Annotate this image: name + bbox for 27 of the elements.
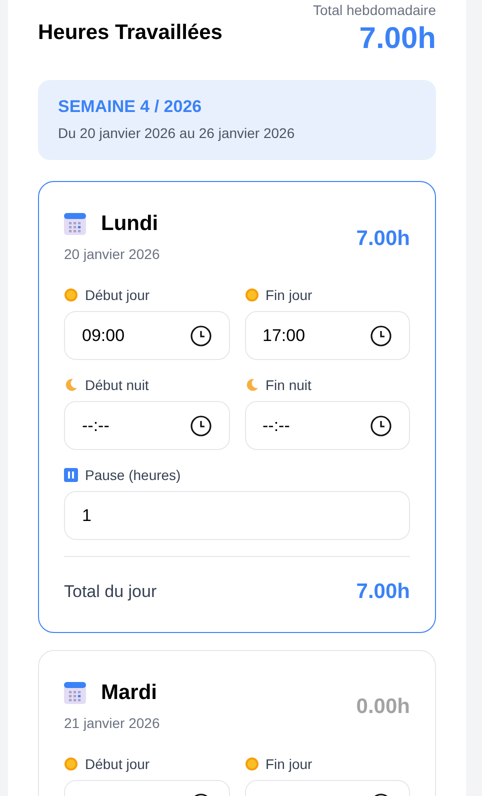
weekly-total-value: 7.00h: [359, 21, 436, 57]
field-label: Fin jour: [266, 286, 312, 304]
field-label: Fin nuit: [266, 376, 312, 394]
week-title: SEMAINE 4 / 2026: [58, 96, 203, 118]
day-date: 20 janvier 2026: [64, 245, 160, 264]
day-total: 7.00h: [356, 226, 410, 252]
time-field[interactable]: --:--: [64, 401, 230, 450]
day-total: 0.00h: [356, 694, 410, 720]
field-label: Pause (heures): [85, 466, 181, 484]
time-field[interactable]: 17:00: [244, 311, 410, 360]
day-date: 21 janvier 2026: [64, 714, 160, 733]
day-card[interactable]: Mardi 21 janvier 2026 0.00h Début jour Fin jour: [38, 650, 436, 796]
number-field[interactable]: 1: [64, 491, 410, 540]
field-label: Début jour: [85, 754, 150, 772]
weekly-total-label: Total hebdomadaire: [313, 1, 436, 20]
field-label: Fin jour: [266, 754, 312, 772]
day-total-value: 7.00h: [356, 579, 410, 605]
page-title: Heures Travaillées: [38, 20, 222, 46]
field-label: Début jour: [85, 286, 150, 304]
day-name: Lundi: [101, 212, 158, 236]
day-card[interactable]: Lundi 20 janvier 2026 7.00h Début jour 09:00 Fin jour 17:00 Début nuit --:-- Fin nuit --:-- Pause (heures) 1 Total du jour 7.00h: [38, 181, 436, 632]
time-field[interactable]: --:--: [244, 401, 410, 450]
field-label: Début nuit: [85, 376, 149, 394]
week-range: Du 20 janvier 2026 au 26 janvier 2026: [58, 124, 296, 143]
day-name: Mardi: [101, 680, 158, 704]
day-total-label: Total du jour: [64, 581, 157, 603]
time-field[interactable]: 09:00: [64, 311, 230, 360]
